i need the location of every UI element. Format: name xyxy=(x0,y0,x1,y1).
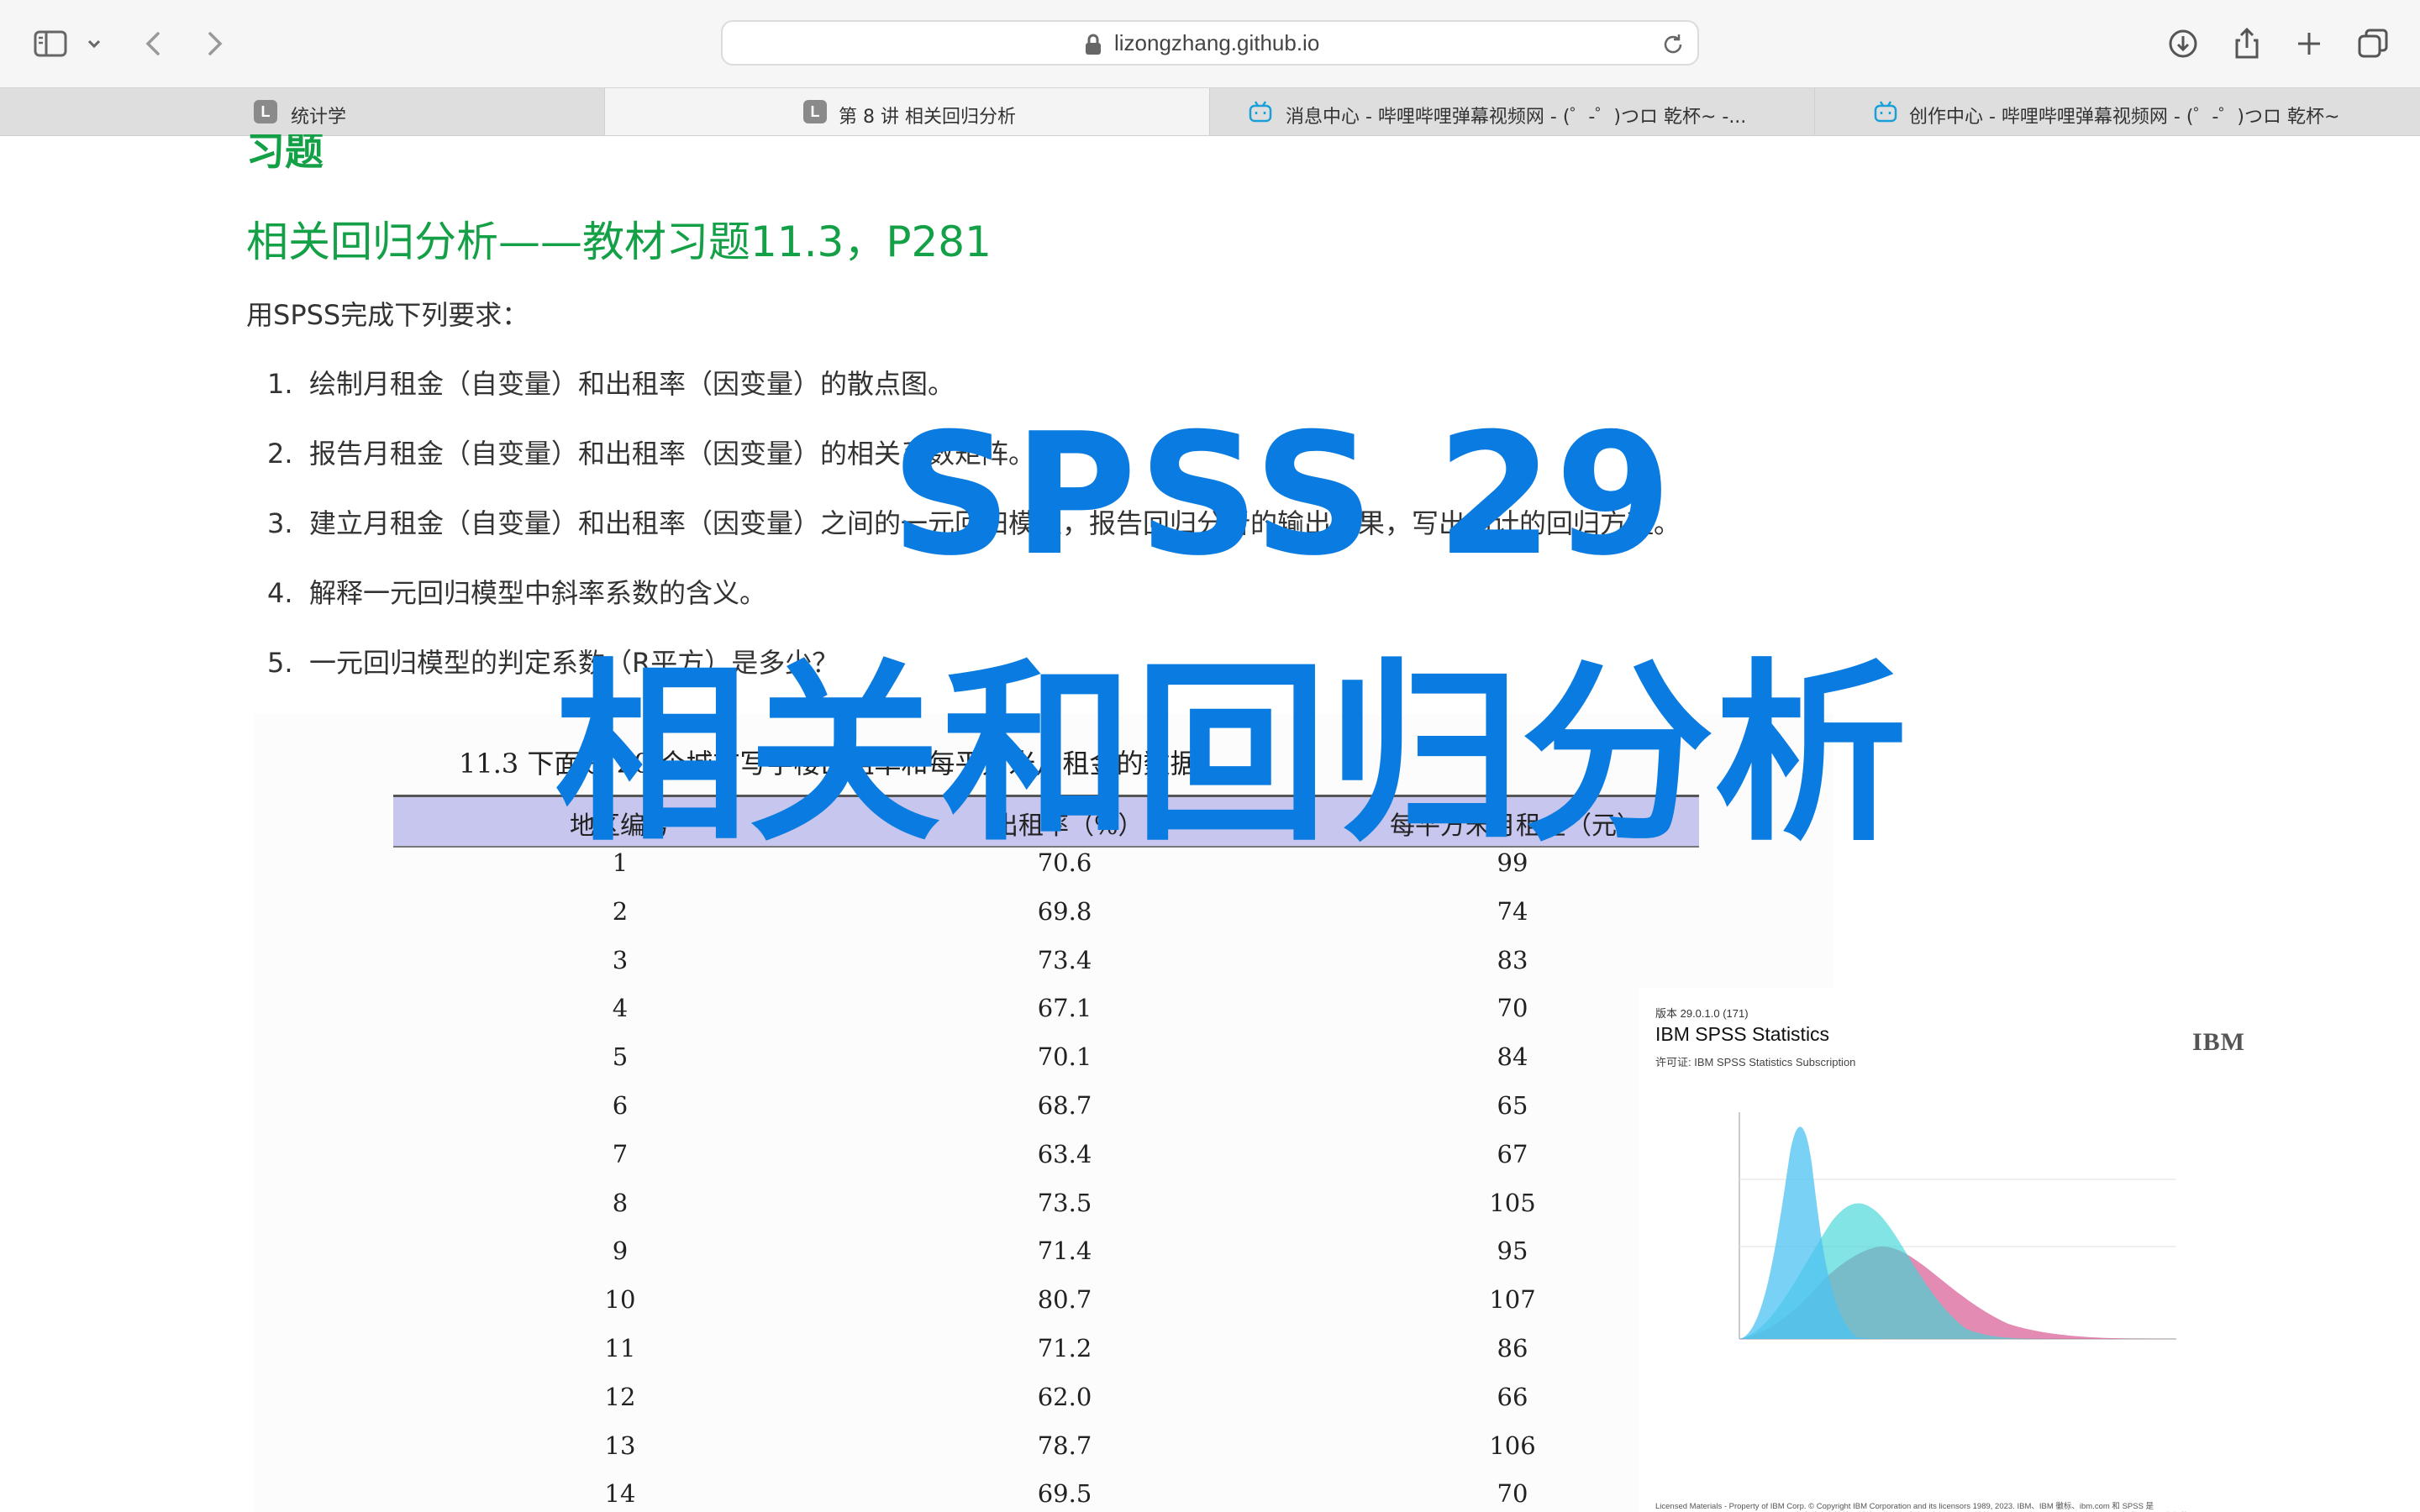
table-cell: 9 xyxy=(612,1236,629,1266)
table-cell: 107 xyxy=(1489,1285,1536,1315)
bilibili-icon xyxy=(1874,100,1897,123)
table-cell: 83 xyxy=(1497,945,1528,974)
table-cell: 105 xyxy=(1489,1188,1536,1217)
spss-splash-screen: 版本 29.0.1.0 (171) IBM SPSS Statistics 许可… xyxy=(1639,988,2260,1512)
table-cell: 5 xyxy=(612,1042,629,1072)
table-cell: 14 xyxy=(604,1479,636,1509)
distribution-curves-graphic xyxy=(1739,1112,2176,1340)
intro-text: 用SPSS完成下列要求： xyxy=(246,299,529,331)
tab-bilibili-creator[interactable]: 创作中心 - 哔哩哔哩弹幕视频网 - (゜-゜)つロ 乾杯~ xyxy=(1815,88,2420,135)
table-cell: 3 xyxy=(612,945,629,974)
url-text: lizongzhang.github.io xyxy=(1114,30,1320,55)
table-cell: 7 xyxy=(612,1139,629,1168)
table-cell: 70.1 xyxy=(1037,1042,1092,1072)
table-cell: 106 xyxy=(1489,1431,1536,1460)
table-cell: 65 xyxy=(1497,1091,1528,1120)
table-cell: 8 xyxy=(612,1188,629,1217)
tab-statistics[interactable]: L 统计学 xyxy=(0,88,605,135)
tab-favicon: L xyxy=(803,100,827,123)
download-icon[interactable] xyxy=(2165,25,2202,62)
table-cell: 62.0 xyxy=(1037,1382,1092,1411)
table-cell: 86 xyxy=(1497,1334,1528,1362)
section-heading: 习题 xyxy=(246,134,324,174)
back-icon[interactable] xyxy=(136,25,173,62)
table-cell: 71.4 xyxy=(1037,1236,1092,1266)
chevron-down-icon[interactable] xyxy=(82,25,106,62)
table-cell: 4 xyxy=(612,994,629,1023)
tab-lecture-8[interactable]: L 第 8 讲 相关回归分析 xyxy=(605,88,1210,135)
table-cell: 66 xyxy=(1497,1382,1528,1411)
table-cell: 12 xyxy=(604,1382,636,1411)
browser-toolbar: lizongzhang.github.io xyxy=(0,0,2420,87)
forward-icon[interactable] xyxy=(195,25,232,62)
table-cell: 74 xyxy=(1497,896,1528,926)
table-cell: 69.5 xyxy=(1037,1479,1092,1509)
table-cell: 63.4 xyxy=(1037,1139,1092,1168)
table-cell: 13 xyxy=(604,1431,636,1460)
tab-label: 第 8 讲 相关回归分析 xyxy=(839,107,1016,128)
table-cell: 2 xyxy=(612,896,629,926)
overlay-title-analysis: 相关和回归分析 xyxy=(555,643,1908,868)
table-cell: 10 xyxy=(604,1285,636,1315)
lock-icon xyxy=(1086,34,1101,55)
table-cell: 84 xyxy=(1497,1042,1528,1072)
tab-label: 统计学 xyxy=(291,107,347,128)
table-cell: 70 xyxy=(1497,1479,1528,1509)
address-bar[interactable]: lizongzhang.github.io xyxy=(721,20,1699,66)
ibm-logo: IBM xyxy=(2192,1028,2245,1056)
table-cell: 80.7 xyxy=(1037,1285,1092,1315)
table-cell: 6 xyxy=(612,1091,629,1120)
table-cell: 68.7 xyxy=(1037,1091,1092,1120)
tab-favicon: L xyxy=(254,100,277,123)
product-name: IBM SPSS Statistics xyxy=(1655,1023,1830,1045)
tab-bar: L 统计学 L 第 8 讲 相关回归分析 消息中心 - 哔哩哔哩弹幕视频网 - … xyxy=(0,87,2420,136)
table-cell: 78.7 xyxy=(1037,1431,1092,1460)
table-cell: 73.4 xyxy=(1037,945,1092,974)
table-cell: 67.1 xyxy=(1037,994,1092,1023)
tab-label: 创作中心 - 哔哩哔哩弹幕视频网 - (゜-゜)つロ 乾杯~ xyxy=(1909,107,2340,128)
table-cell: 67 xyxy=(1497,1139,1528,1168)
license-text: 许可证: IBM SPSS Statistics Subscription xyxy=(1655,1056,1856,1068)
reload-icon[interactable] xyxy=(1660,32,1686,57)
new-tab-icon[interactable] xyxy=(2291,25,2328,62)
tab-bilibili-messages[interactable]: 消息中心 - 哔哩哔哩弹幕视频网 - (゜-゜)つロ 乾杯~ -... xyxy=(1210,88,1815,135)
legal-text: Licensed Materials - Property of IBM Cor… xyxy=(1655,1502,2154,1511)
share-icon[interactable] xyxy=(2228,25,2265,62)
exercise-heading: 相关回归分析——教材习题11.3，P281 xyxy=(246,218,992,266)
bilibili-icon xyxy=(1249,100,1272,123)
overlay-title-spss: SPSS 29 xyxy=(891,397,1674,593)
page-content: 习题 相关回归分析——教材习题11.3，P281 用SPSS完成下列要求： 1.… xyxy=(0,134,2420,1512)
table-cell: 70 xyxy=(1497,994,1528,1023)
table-cell: 69.8 xyxy=(1037,896,1092,926)
table-cell: 71.2 xyxy=(1037,1334,1092,1362)
table-cell: 11 xyxy=(604,1334,636,1362)
tab-label: 消息中心 - 哔哩哔哩弹幕视频网 - (゜-゜)つロ 乾杯~ -... xyxy=(1286,107,1747,128)
version-text: 版本 29.0.1.0 (171) xyxy=(1655,1007,1749,1020)
table-cell: 95 xyxy=(1497,1236,1528,1266)
tab-overview-icon[interactable] xyxy=(2354,25,2391,62)
sidebar-toggle-icon[interactable] xyxy=(32,25,69,62)
table-cell: 73.5 xyxy=(1037,1188,1092,1217)
